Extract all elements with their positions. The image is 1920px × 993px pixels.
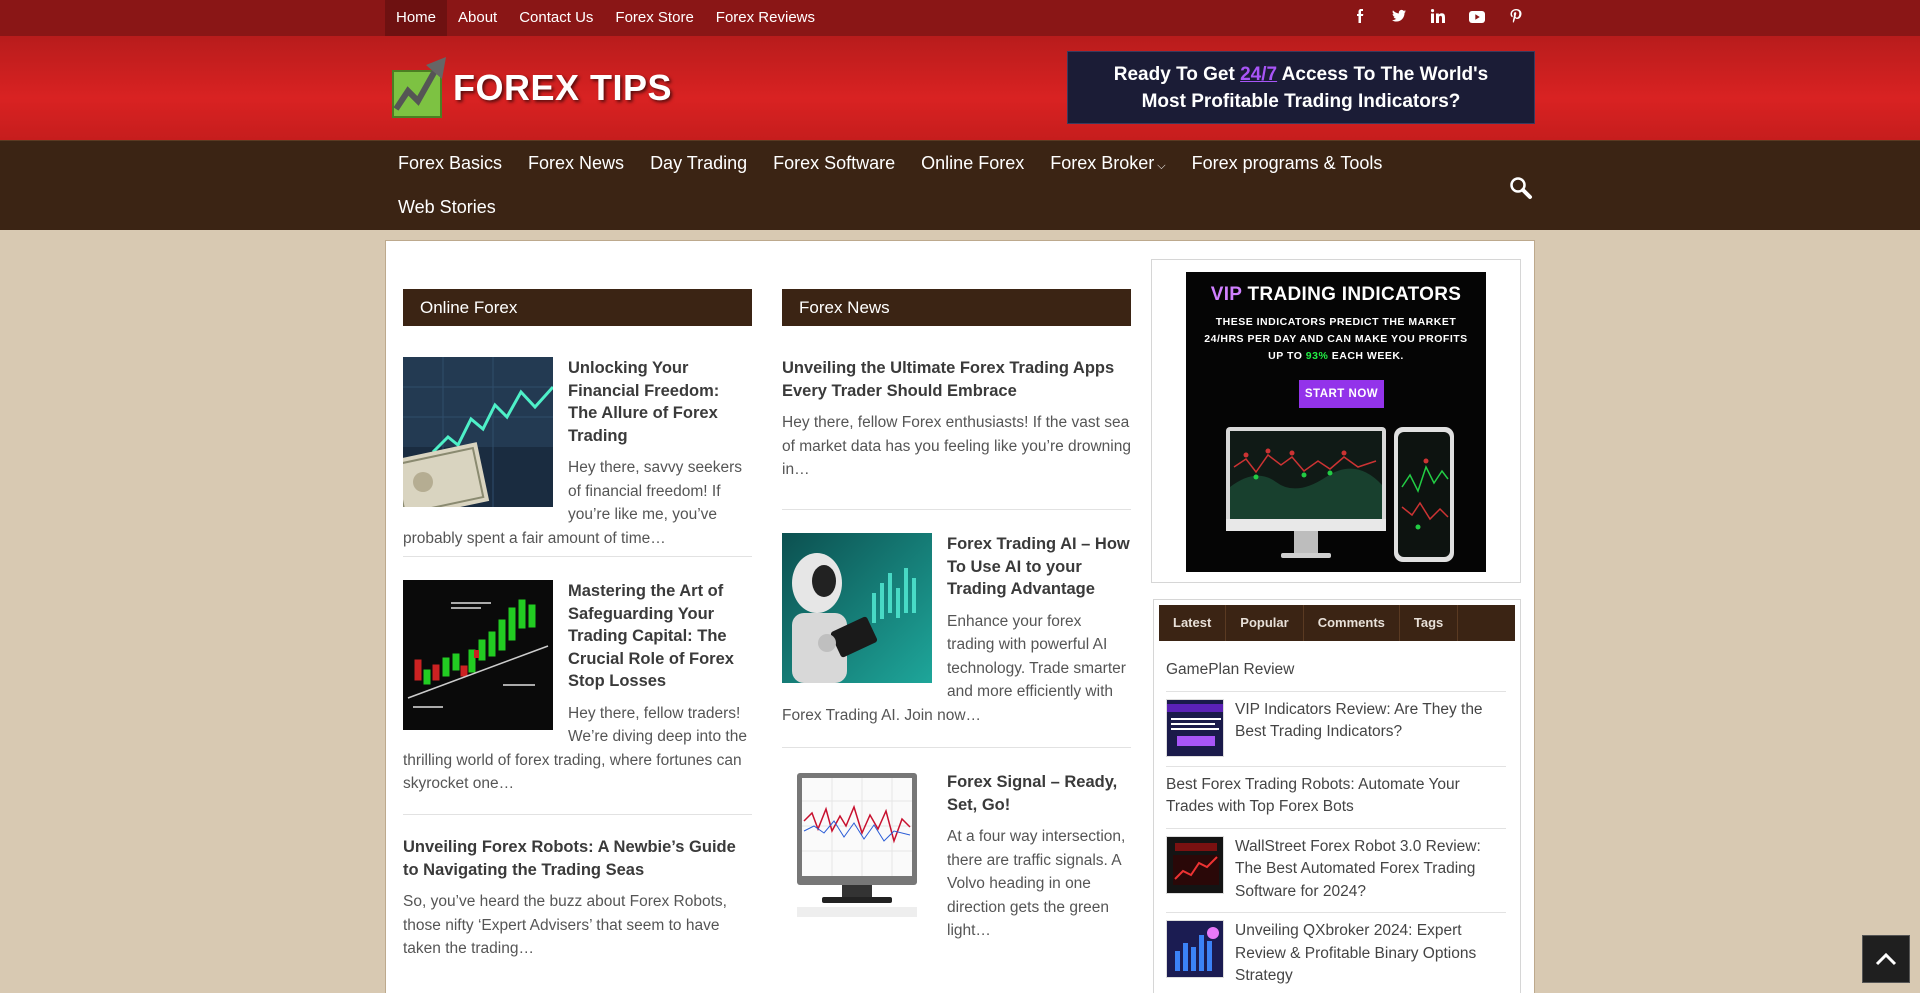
nav-forex-programs[interactable]: Forex programs & Tools — [1179, 141, 1396, 185]
social-links — [1340, 0, 1535, 36]
tab-bar: Latest Popular Comments Tags — [1159, 605, 1515, 641]
ad-sub-pct: 93% — [1305, 350, 1329, 362]
banner-highlight-link[interactable]: 24/7 — [1240, 64, 1277, 85]
list-item: Unveiling Forex Robots: A Newbie’s Guide… — [403, 836, 752, 961]
list-item-thumbnail[interactable] — [1166, 920, 1224, 978]
list-item-title[interactable]: GamePlan Review — [1166, 661, 1294, 678]
start-now-button[interactable]: START NOW — [1299, 380, 1384, 408]
list-item: Unveiling the Ultimate Forex Trading App… — [782, 357, 1131, 510]
list-item-thumbnail[interactable] — [1166, 698, 1224, 757]
post-excerpt: So, you’ve heard the buzz about Forex Ro… — [403, 893, 727, 957]
ad-title-rest: TRADING INDICATORS — [1247, 284, 1462, 305]
nav-forex-news[interactable]: Forex News — [515, 141, 637, 185]
nav-forex-broker[interactable]: Forex Broker ⌵ — [1037, 141, 1178, 185]
top-bar: Home About Contact Us Forex Store Forex … — [0, 0, 1920, 36]
youtube-icon[interactable] — [1457, 0, 1496, 36]
post-thumbnail[interactable] — [403, 580, 553, 730]
facebook-icon[interactable] — [1340, 0, 1379, 36]
sidebar-ad-box: VIP TRADING INDICATORS THESE INDICATORS … — [1151, 259, 1521, 583]
latest-posts-list: GamePlan Review VIP Indicators Review: A… — [1166, 652, 1506, 993]
vip-indicators-ad[interactable]: VIP TRADING INDICATORS THESE INDICATORS … — [1186, 272, 1486, 572]
nav-forex-basics[interactable]: Forex Basics — [385, 141, 515, 185]
post-thumbnail[interactable] — [782, 771, 932, 921]
top-nav-reviews[interactable]: Forex Reviews — [705, 0, 826, 36]
content-wrapper: Online Forex Unlocking Your Financial Fr… — [385, 240, 1535, 993]
list-item[interactable]: GamePlan Review — [1166, 652, 1506, 692]
site-logo[interactable]: FOREX TIPS — [390, 55, 680, 119]
chevron-down-icon: ⌵ — [1157, 160, 1166, 172]
ad-title-vip: VIP — [1210, 284, 1242, 305]
list-item-title[interactable]: Best Forex Trading Robots: Automate Your… — [1166, 776, 1460, 816]
top-nav-store[interactable]: Forex Store — [604, 0, 704, 36]
forex-news-section: Forex News Unveiling the Ultimate Forex … — [782, 289, 1131, 943]
search-icon[interactable] — [1508, 175, 1534, 201]
section-title-online-forex[interactable]: Online Forex — [403, 289, 752, 326]
indicators-banner-ad[interactable]: Ready To Get 24/7 Access To The World's … — [1067, 51, 1535, 124]
devices-image — [1226, 427, 1454, 562]
nav-online-forex[interactable]: Online Forex — [908, 141, 1037, 185]
list-item[interactable]: Best Forex Trading Robots: Automate Your… — [1166, 767, 1506, 829]
list-item-title[interactable]: WallStreet Forex Robot 3.0 Review: The B… — [1235, 838, 1481, 900]
post-thumbnail[interactable] — [403, 357, 553, 507]
ad-sub-post: EACH WEEK. — [1331, 350, 1404, 362]
top-nav-home[interactable]: Home — [385, 0, 448, 36]
tab-popular[interactable]: Popular — [1226, 605, 1304, 641]
site-header: FOREX TIPS Ready To Get 24/7 Access To T… — [0, 36, 1920, 140]
list-item-thumbnail[interactable] — [1166, 835, 1224, 894]
nav-day-trading[interactable]: Day Trading — [637, 141, 760, 185]
banner-text-pre: Ready To Get — [1113, 63, 1235, 85]
banner-text-post: Access To The World's — [1281, 63, 1489, 85]
list-item[interactable]: Unveiling QXbroker 2024: Expert Review &… — [1166, 913, 1506, 993]
main-nav: Forex Basics Forex News Day Trading Fore… — [0, 140, 1920, 230]
ad-subtitle: THESE INDICATORS PREDICT THE MARKET 24/H… — [1196, 314, 1476, 365]
online-forex-section: Online Forex Unlocking Your Financial Fr… — [403, 289, 752, 961]
list-item-title[interactable]: Unveiling QXbroker 2024: Expert Review &… — [1235, 922, 1476, 984]
post-excerpt: Hey there, fellow Forex enthusiasts! If … — [782, 414, 1131, 478]
chevron-up-icon — [1875, 952, 1897, 966]
top-nav: Home About Contact Us Forex Store Forex … — [385, 0, 826, 36]
post-thumbnail[interactable] — [782, 533, 932, 683]
top-nav-about[interactable]: About — [447, 0, 508, 36]
logo-chart-icon — [392, 57, 446, 118]
list-item: Forex Signal – Ready, Set, Go! At a four… — [782, 771, 1131, 943]
scroll-to-top-button[interactable] — [1862, 935, 1910, 983]
banner-text-line2: Most Profitable Trading Indicators? — [1141, 90, 1461, 112]
linkedin-icon[interactable] — [1418, 0, 1457, 36]
nav-forex-broker-label: Forex Broker — [1050, 153, 1155, 173]
twitter-icon[interactable] — [1379, 0, 1418, 36]
list-item-title[interactable]: VIP Indicators Review: Are They the Best… — [1235, 701, 1483, 741]
ad-title: VIP TRADING INDICATORS — [1186, 284, 1486, 306]
post-title[interactable]: Unveiling the Ultimate Forex Trading App… — [782, 357, 1131, 402]
list-item: Mastering the Art of Safeguarding Your T… — [403, 580, 752, 815]
list-item[interactable]: VIP Indicators Review: Are They the Best… — [1166, 692, 1506, 767]
list-item: Unlocking Your Financial Freedom: The Al… — [403, 357, 752, 557]
sidebar-tabs-widget: Latest Popular Comments Tags GamePlan Re… — [1153, 599, 1521, 993]
tab-comments[interactable]: Comments — [1304, 605, 1400, 641]
tab-latest[interactable]: Latest — [1159, 605, 1227, 641]
nav-forex-software[interactable]: Forex Software — [760, 141, 908, 185]
section-title-forex-news[interactable]: Forex News — [782, 289, 1131, 326]
top-nav-contact[interactable]: Contact Us — [508, 0, 604, 36]
logo-text: FOREX TIPS — [453, 67, 673, 108]
tab-tags[interactable]: Tags — [1400, 605, 1459, 641]
post-title[interactable]: Unveiling Forex Robots: A Newbie’s Guide… — [403, 836, 752, 881]
list-item: Forex Trading AI – How To Use AI to your… — [782, 533, 1131, 748]
list-item[interactable]: WallStreet Forex Robot 3.0 Review: The B… — [1166, 829, 1506, 913]
nav-web-stories[interactable]: Web Stories — [385, 185, 509, 229]
pinterest-icon[interactable] — [1496, 0, 1535, 36]
